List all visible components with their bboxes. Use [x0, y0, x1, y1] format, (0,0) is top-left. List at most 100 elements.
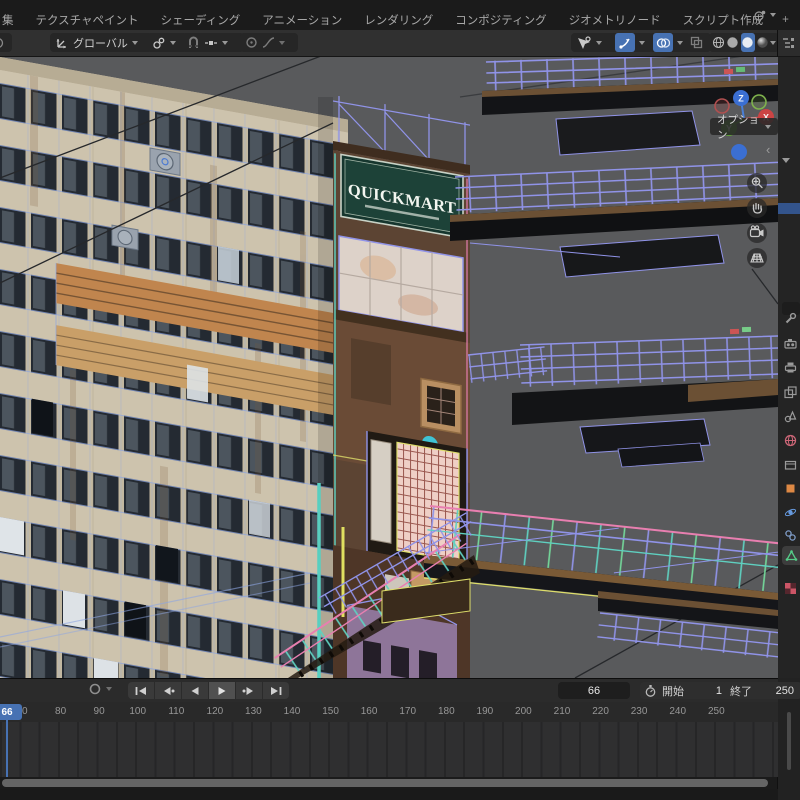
ruler-tick: 180 — [438, 706, 455, 717]
workspace-tab-rendering[interactable]: レンダリング — [353, 9, 444, 32]
viewport-3d[interactable]: QUICKMART — [0, 57, 778, 678]
brick-window — [421, 379, 461, 434]
properties-tab-collection[interactable] — [781, 455, 800, 474]
chevron-down-icon — [170, 41, 176, 45]
gizmo-axis-neg-y[interactable] — [752, 95, 766, 109]
show-gizmos-toggle[interactable] — [611, 33, 653, 52]
shading-wireframe-button[interactable] — [712, 33, 725, 52]
pivot-icon — [152, 36, 166, 50]
snapping-controls[interactable] — [182, 33, 244, 52]
options-dropdown[interactable]: オプション — [710, 118, 778, 135]
timeline-header: 66 開始 1 終了 250 — [0, 679, 778, 702]
ruler-tick: 210 — [554, 706, 571, 717]
frame-end-field[interactable]: 終了 250 — [722, 682, 800, 699]
outliner-header-edge — [778, 30, 800, 57]
zoom-button[interactable] — [747, 173, 767, 193]
properties-tab-object[interactable] — [781, 479, 800, 498]
object-icon — [784, 482, 797, 495]
scene-selector-icon — [753, 9, 767, 21]
workspace-tab-clipped[interactable]: 集 — [0, 9, 25, 32]
proportional-editing-controls[interactable] — [240, 33, 298, 52]
properties-tab-texture[interactable] — [781, 579, 800, 598]
outliner-selected-row[interactable] — [778, 203, 800, 214]
ruler-tick: 120 — [207, 706, 224, 717]
properties-tab-tool[interactable] — [781, 309, 800, 328]
next-keyframe-button[interactable] — [236, 682, 262, 699]
pan-button[interactable] — [747, 198, 767, 218]
transform-orientation-dropdown[interactable]: グローバル — [50, 33, 152, 52]
properties-tab-scene[interactable] — [781, 407, 800, 426]
workspace-tab-shading[interactable]: シェーディング — [150, 9, 252, 32]
show-overlays-toggle[interactable] — [649, 33, 691, 52]
chevron-down-icon — [596, 41, 602, 45]
shading-mode-buttons — [709, 33, 779, 52]
timeline-bottom-strip — [0, 789, 778, 800]
timeline-ruler[interactable]: 70 80 90 100 110 120 130 140 150 160 170… — [0, 702, 778, 722]
chevron-down-icon — [770, 13, 776, 17]
tool-icon — [784, 312, 797, 325]
shading-rendered-button[interactable] — [756, 33, 769, 52]
view-layer-icon — [784, 386, 797, 399]
stopwatch-icon — [644, 684, 657, 698]
add-workspace-button[interactable]: + — [774, 11, 797, 29]
xray-icon — [690, 36, 703, 49]
properties-tab-column — [778, 300, 800, 678]
end-label: 終了 — [730, 683, 752, 699]
ruler-tick: 80 — [55, 706, 66, 717]
ruler-tick: 100 — [129, 706, 146, 717]
shading-material-button[interactable] — [741, 33, 755, 52]
ruler-tick: 90 — [94, 706, 105, 717]
current-frame-field[interactable]: 66 — [558, 682, 630, 699]
properties-tab-constraints[interactable] — [781, 526, 800, 545]
gizmo-axis-neg-z[interactable] — [731, 144, 747, 160]
timeline-tracks[interactable] — [0, 722, 778, 777]
properties-tab-render[interactable] — [781, 334, 800, 353]
jump-to-end-button[interactable] — [263, 682, 289, 699]
outliner-panel-edge — [778, 30, 800, 300]
disclosure-triangle-icon[interactable] — [782, 158, 790, 163]
visibility-eye-cursor-icon — [576, 36, 592, 50]
wireframe-sphere-icon — [712, 36, 725, 49]
timeline-horizontal-scrollbar[interactable] — [2, 779, 768, 787]
sidebar-toggle-arrow[interactable]: ‹ — [766, 143, 770, 156]
rendered-sphere-icon — [756, 36, 769, 49]
workspace-tab-animation[interactable]: アニメーション — [251, 9, 353, 32]
timeline-vertical-scrollbar[interactable] — [787, 712, 791, 770]
play-icon — [214, 685, 230, 697]
frame-start-field[interactable]: 開始 1 — [640, 682, 730, 699]
ruler-tick: 190 — [477, 706, 494, 717]
constraints-icon — [784, 529, 797, 542]
properties-tab-object-data[interactable] — [782, 546, 800, 565]
axis-z-label: Z — [738, 94, 744, 104]
play-button[interactable] — [209, 682, 235, 699]
chevron-down-icon — [765, 125, 771, 129]
play-reverse-button[interactable] — [182, 682, 208, 699]
playhead-line[interactable] — [6, 718, 8, 777]
jump-to-start-button[interactable] — [128, 682, 154, 699]
ruler-tick: 200 — [515, 706, 532, 717]
pivot-point-dropdown[interactable] — [147, 33, 187, 52]
properties-tab-world[interactable] — [781, 431, 800, 450]
shading-solid-button[interactable] — [726, 33, 739, 52]
chevron-down-icon — [279, 41, 285, 45]
properties-tab-output[interactable] — [781, 358, 800, 377]
render-camera-icon — [784, 337, 797, 350]
playhead-badge[interactable]: 66 — [0, 704, 22, 720]
previous-keyframe-button[interactable] — [155, 682, 181, 699]
auto-keying-controls[interactable] — [88, 682, 112, 696]
next-keyframe-icon — [241, 685, 257, 697]
workspace-tab-texture-paint[interactable]: テクスチャペイント — [25, 9, 150, 32]
ruler-tick: 110 — [168, 706, 184, 717]
properties-tab-physics[interactable] — [781, 503, 800, 522]
jump-end-icon — [268, 685, 284, 697]
workspace-tab-compositing[interactable]: コンポジティング — [444, 9, 557, 32]
properties-tab-view-layer[interactable] — [781, 383, 800, 402]
object-data-icon — [785, 549, 798, 562]
ruler-tick: 220 — [592, 706, 609, 717]
world-icon — [784, 434, 797, 447]
orientation-axes-icon — [55, 36, 69, 50]
workspace-tab-geometry-nodes[interactable]: ジオメトリノード — [558, 9, 672, 32]
xray-toggle[interactable] — [687, 33, 711, 52]
playhead-frame: 66 — [1, 707, 12, 718]
scene-selector[interactable] — [753, 9, 776, 21]
